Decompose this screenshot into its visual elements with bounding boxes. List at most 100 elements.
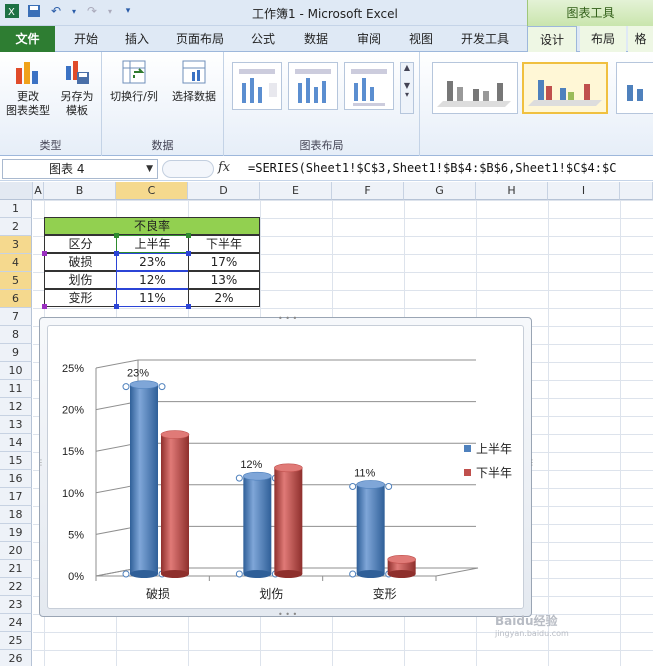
chart-style-2-selected[interactable] (522, 62, 608, 114)
row-header-1[interactable]: 1 (0, 200, 32, 218)
table-cell[interactable]: 破损 (44, 253, 117, 271)
row-header-12[interactable]: 12 (0, 398, 32, 416)
bar-cylinder-body (356, 484, 385, 574)
col-header-a[interactable]: A (33, 182, 44, 200)
row-header-6[interactable]: 6 (0, 290, 32, 308)
chart-style-1[interactable] (432, 62, 518, 114)
header-cell-category[interactable]: 区分 (44, 235, 117, 253)
col-header-i[interactable]: I (548, 182, 620, 200)
table-cell[interactable]: 变形 (44, 289, 117, 307)
name-box[interactable]: 图表 4 ▼ (2, 159, 158, 179)
tab-review[interactable]: 审阅 (346, 26, 392, 52)
row-header-2[interactable]: 2 (0, 218, 32, 236)
save-as-template-button[interactable]: 另存为 模板 (54, 58, 100, 118)
chart-style-3[interactable] (616, 62, 653, 114)
ribbon: 更改 图表类型 另存为 模板 类型 切换行/列 选择数据 数据 ▲ ▼ ▾ 图表… (0, 52, 653, 156)
row-header-4[interactable]: 4 (0, 254, 32, 272)
row-header-11[interactable]: 11 (0, 380, 32, 398)
col-header-h[interactable]: H (476, 182, 548, 200)
col-header-g[interactable]: G (404, 182, 476, 200)
category-range-handle[interactable] (42, 304, 47, 309)
values-range-handle[interactable] (186, 304, 191, 309)
customize-qat-icon[interactable]: ▾ (120, 3, 136, 19)
header-cell-first-half[interactable]: 上半年 (116, 235, 189, 253)
col-header-c[interactable]: C (116, 182, 188, 200)
tab-formulas[interactable]: 公式 (240, 26, 286, 52)
row-header-3[interactable]: 3 (0, 236, 32, 254)
col-header-d[interactable]: D (188, 182, 260, 200)
col-header-b[interactable]: B (44, 182, 116, 200)
row-header-16[interactable]: 16 (0, 470, 32, 488)
row-header-5[interactable]: 5 (0, 272, 32, 290)
col-header-e[interactable]: E (260, 182, 332, 200)
select-all-corner[interactable] (0, 182, 33, 200)
switch-row-column-button[interactable]: 切换行/列 (106, 58, 162, 104)
row-header-8[interactable]: 8 (0, 326, 32, 344)
row-header-14[interactable]: 14 (0, 434, 32, 452)
row-header-21[interactable]: 21 (0, 560, 32, 578)
series-name-range-handle[interactable] (186, 233, 191, 238)
tab-page-layout[interactable]: 页面布局 (166, 26, 234, 52)
table-cell[interactable]: 23% (116, 253, 189, 271)
name-box-dropdown-icon[interactable]: ▼ (146, 160, 153, 178)
change-chart-type-button[interactable]: 更改 图表类型 (4, 58, 52, 118)
tab-home[interactable]: 开始 (62, 26, 110, 52)
tab-layout[interactable]: 布局 (580, 26, 626, 52)
chart-layout-2[interactable] (288, 62, 338, 110)
row-header-20[interactable]: 20 (0, 542, 32, 560)
values-range-handle[interactable] (114, 251, 119, 256)
row-header-19[interactable]: 19 (0, 524, 32, 542)
row-header-25[interactable]: 25 (0, 632, 32, 650)
undo-icon[interactable]: ↶ (48, 3, 64, 19)
series-name-range-handle[interactable] (114, 233, 119, 238)
table-cell[interactable]: 17% (188, 253, 260, 271)
row-header-17[interactable]: 17 (0, 488, 32, 506)
chart-object[interactable]: • • • • • • ⋮ ⋮ 0% 5% 10% 15% 20% 25% 23% 破损 12%… (37, 314, 536, 619)
table-cell[interactable]: 2% (188, 289, 260, 307)
row-header-18[interactable]: 18 (0, 506, 32, 524)
row-header-22[interactable]: 22 (0, 578, 32, 596)
values-range-handle[interactable] (114, 304, 119, 309)
row-header-23[interactable]: 23 (0, 596, 32, 614)
tab-design[interactable]: 设计 (527, 26, 577, 53)
chart-layout-3[interactable] (344, 62, 394, 110)
redo-dropdown-icon[interactable]: ▾ (106, 3, 114, 19)
row-header-24[interactable]: 24 (0, 614, 32, 632)
row-header-15[interactable]: 15 (0, 452, 32, 470)
insert-function-button[interactable]: fx (218, 160, 230, 175)
tab-developer[interactable]: 开发工具 (450, 26, 520, 52)
chart-resize-handle-top[interactable]: • • • (278, 314, 297, 323)
table-cell[interactable]: 12% (116, 271, 189, 289)
layout-gallery-scroll[interactable]: ▲ ▼ ▾ (400, 62, 414, 114)
chart-area[interactable]: 0% 5% 10% 15% 20% 25% 23% 破损 12% 划伤 11% 变形 上半年 下半年 (47, 325, 524, 609)
chart-svg: 0% 5% 10% 15% 20% 25% 23% 破损 12% 划伤 11% 变形 上半年下半年 (62, 359, 512, 601)
row-header-7[interactable]: 7 (0, 308, 32, 326)
save-icon[interactable] (26, 3, 42, 19)
chart-layout-1[interactable] (232, 62, 282, 110)
category-range-handle[interactable] (42, 251, 47, 256)
row-header-26[interactable]: 26 (0, 650, 32, 666)
select-data-button[interactable]: 选择数据 (166, 58, 222, 104)
table-title-cell[interactable]: 不良率 (44, 217, 260, 235)
chart-resize-handle-left[interactable]: ⋮ (37, 458, 45, 467)
row-header-10[interactable]: 10 (0, 362, 32, 380)
col-header-next[interactable] (620, 182, 653, 200)
row-header-13[interactable]: 13 (0, 416, 32, 434)
table-cell[interactable]: 划伤 (44, 271, 117, 289)
redo-icon[interactable]: ↷ (84, 3, 100, 19)
table-cell[interactable]: 13% (188, 271, 260, 289)
values-range-handle[interactable] (186, 251, 191, 256)
tab-insert[interactable]: 插入 (114, 26, 160, 52)
tab-data[interactable]: 数据 (292, 26, 340, 52)
formula-input[interactable]: =SERIES(Sheet1!$C$3,Sheet1!$B$4:$B$6,She… (248, 161, 653, 175)
row-header-9[interactable]: 9 (0, 344, 32, 362)
tab-file[interactable]: 文件 (0, 26, 55, 52)
col-header-f[interactable]: F (332, 182, 404, 200)
chart-resize-handle-right[interactable]: ⋮ (528, 458, 536, 467)
header-cell-second-half[interactable]: 下半年 (188, 235, 260, 253)
table-cell[interactable]: 11% (116, 289, 189, 307)
tab-format[interactable]: 格 (628, 26, 653, 52)
chart-resize-handle-bottom[interactable]: • • • (278, 610, 297, 619)
tab-view[interactable]: 视图 (398, 26, 444, 52)
undo-dropdown-icon[interactable]: ▾ (70, 3, 78, 19)
